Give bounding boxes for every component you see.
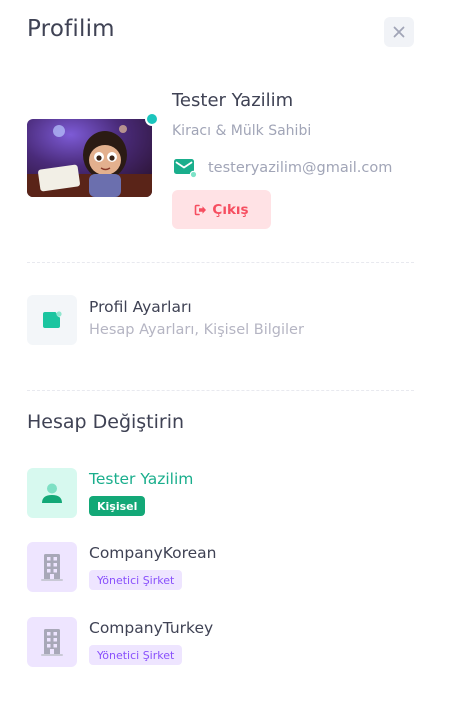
account-name-tester-yazilim[interactable]: Tester Yazilim (89, 470, 193, 488)
online-status-indicator (145, 112, 159, 126)
user-icon (42, 483, 62, 503)
divider (27, 262, 414, 263)
close-button[interactable] (384, 17, 414, 47)
profile-settings-tile[interactable] (27, 295, 77, 345)
account-name-companyturkey[interactable]: CompanyTurkey (89, 619, 213, 637)
avatar (27, 119, 152, 197)
profile-settings-subtitle: Hesap Ayarları, Kişisel Bilgiler (89, 322, 304, 338)
user-role: Kiracı & Mülk Sahibi (172, 123, 312, 139)
account-tile-personal[interactable] (27, 468, 77, 518)
user-name: Tester Yazilim (172, 90, 294, 111)
email-row: testeryazilim@gmail.com (174, 157, 392, 178)
building-icon (41, 554, 63, 581)
logout-button[interactable]: Çıkış (172, 190, 271, 229)
account-badge-personal: Kişisel (89, 496, 146, 516)
settings-card-icon (43, 311, 62, 328)
account-name-companykorean[interactable]: CompanyKorean (89, 544, 217, 562)
logout-label: Çıkış (212, 201, 249, 218)
building-icon (41, 629, 63, 656)
switch-account-title: Hesap Değiştirin (27, 411, 185, 433)
account-badge-manager-company: Yönetici Şirket (89, 570, 183, 590)
avatar-container (27, 112, 159, 197)
divider (27, 390, 414, 391)
user-email[interactable]: testeryazilim@gmail.com (208, 160, 392, 176)
panel-title: Profilim (27, 16, 115, 42)
account-tile-companykorean[interactable] (27, 542, 77, 592)
account-tile-companyturkey[interactable] (27, 617, 77, 667)
sign-out-icon (195, 204, 207, 215)
close-icon (393, 26, 405, 38)
account-badge-manager-company: Yönetici Şirket (89, 645, 183, 665)
mail-icon (174, 159, 197, 178)
profile-settings-title[interactable]: Profil Ayarları (89, 298, 192, 316)
